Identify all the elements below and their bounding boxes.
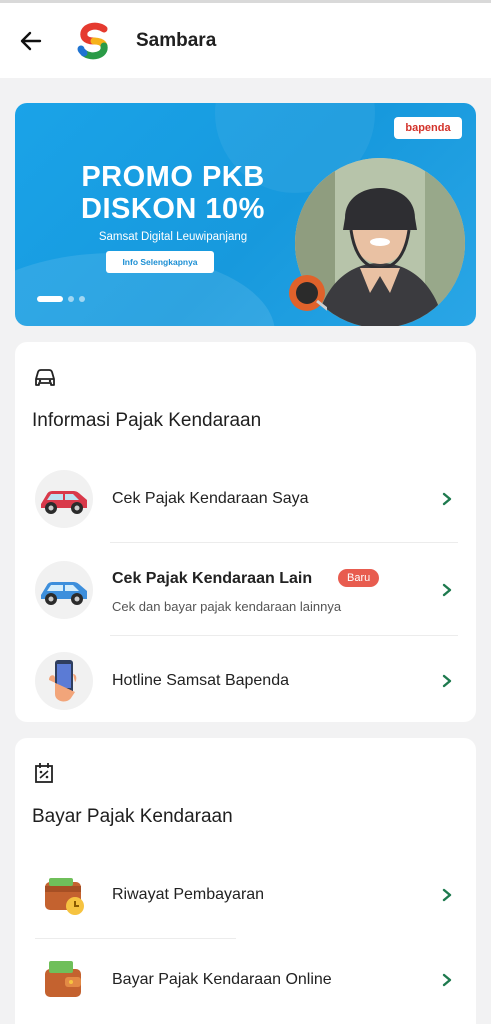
- wallet-money-icon: [35, 951, 93, 1009]
- item-sublabel: Cek dan bayar pajak kendaraan lainnya: [112, 599, 342, 614]
- cek-pajak-lain-item[interactable]: Cek Pajak Kendaraan Lain Baru Cek dan ba…: [15, 548, 476, 632]
- cek-pajak-saya-item[interactable]: Cek Pajak Kendaraan Saya: [15, 457, 476, 541]
- scooter-mirror-icon: [289, 275, 327, 311]
- hotline-samsat-item[interactable]: Hotline Samsat Bapenda: [15, 639, 476, 723]
- item-label: Cek Pajak Kendaraan Lain: [112, 570, 313, 587]
- new-badge: Baru: [338, 569, 380, 587]
- info-pajak-card: Informasi Pajak Kendaraan Cek Pajak Kend…: [15, 342, 476, 722]
- phone-hand-icon: [35, 652, 93, 710]
- chevron-right-icon: [442, 583, 452, 597]
- item-label: Bayar Pajak Kendaraan Online: [112, 971, 332, 988]
- chevron-right-icon: [442, 973, 452, 987]
- chevron-right-icon: [442, 674, 452, 688]
- wallet-clock-icon: [35, 866, 93, 924]
- promo-title-line2: DISKON 10%: [81, 193, 265, 225]
- divider: [110, 635, 458, 636]
- car-outline-icon: [35, 369, 55, 386]
- section-title-bayar: Bayar Pajak Kendaraan: [32, 806, 233, 827]
- bayar-pajak-card: Bayar Pajak Kendaraan Riwayat Pembayaran: [15, 738, 476, 1024]
- sambara-logo: [77, 22, 108, 59]
- top-app-bar: Sambara: [0, 0, 491, 78]
- red-car-icon: [35, 470, 93, 528]
- arrow-left-icon: [20, 31, 42, 50]
- riwayat-pembayaran-item[interactable]: Riwayat Pembayaran: [15, 853, 476, 937]
- back-button[interactable]: [0, 3, 62, 78]
- divider: [110, 542, 458, 543]
- chevron-right-icon: [442, 888, 452, 902]
- promo-banner[interactable]: bapenda PROMO PKB DISKON 10% Samsat Digi…: [15, 103, 476, 326]
- blue-car-icon: [35, 561, 93, 619]
- bayar-pajak-online-item[interactable]: Bayar Pajak Kendaraan Online: [15, 938, 476, 1022]
- calendar-tax-icon: [35, 763, 53, 783]
- app-title: Sambara: [136, 29, 217, 51]
- item-label: Hotline Samsat Bapenda: [112, 672, 289, 689]
- carousel-dot[interactable]: [68, 296, 74, 302]
- info-selengkapnya-button[interactable]: Info Selengkapnya: [106, 251, 214, 273]
- promo-subtitle: Samsat Digital Leuwipanjang: [98, 231, 248, 243]
- item-label: Riwayat Pembayaran: [112, 886, 265, 903]
- bapenda-logo: bapenda: [394, 117, 462, 139]
- carousel-dot[interactable]: [79, 296, 85, 302]
- chevron-right-icon: [442, 492, 452, 506]
- carousel-indicator: [37, 296, 85, 302]
- promo-title: PROMO PKB DISKON 10%: [53, 161, 293, 225]
- section-title-info: Informasi Pajak Kendaraan: [32, 410, 262, 431]
- promo-title-line1: PROMO PKB: [81, 161, 265, 193]
- carousel-dot-active[interactable]: [37, 296, 63, 302]
- item-label: Cek Pajak Kendaraan Saya: [112, 490, 309, 507]
